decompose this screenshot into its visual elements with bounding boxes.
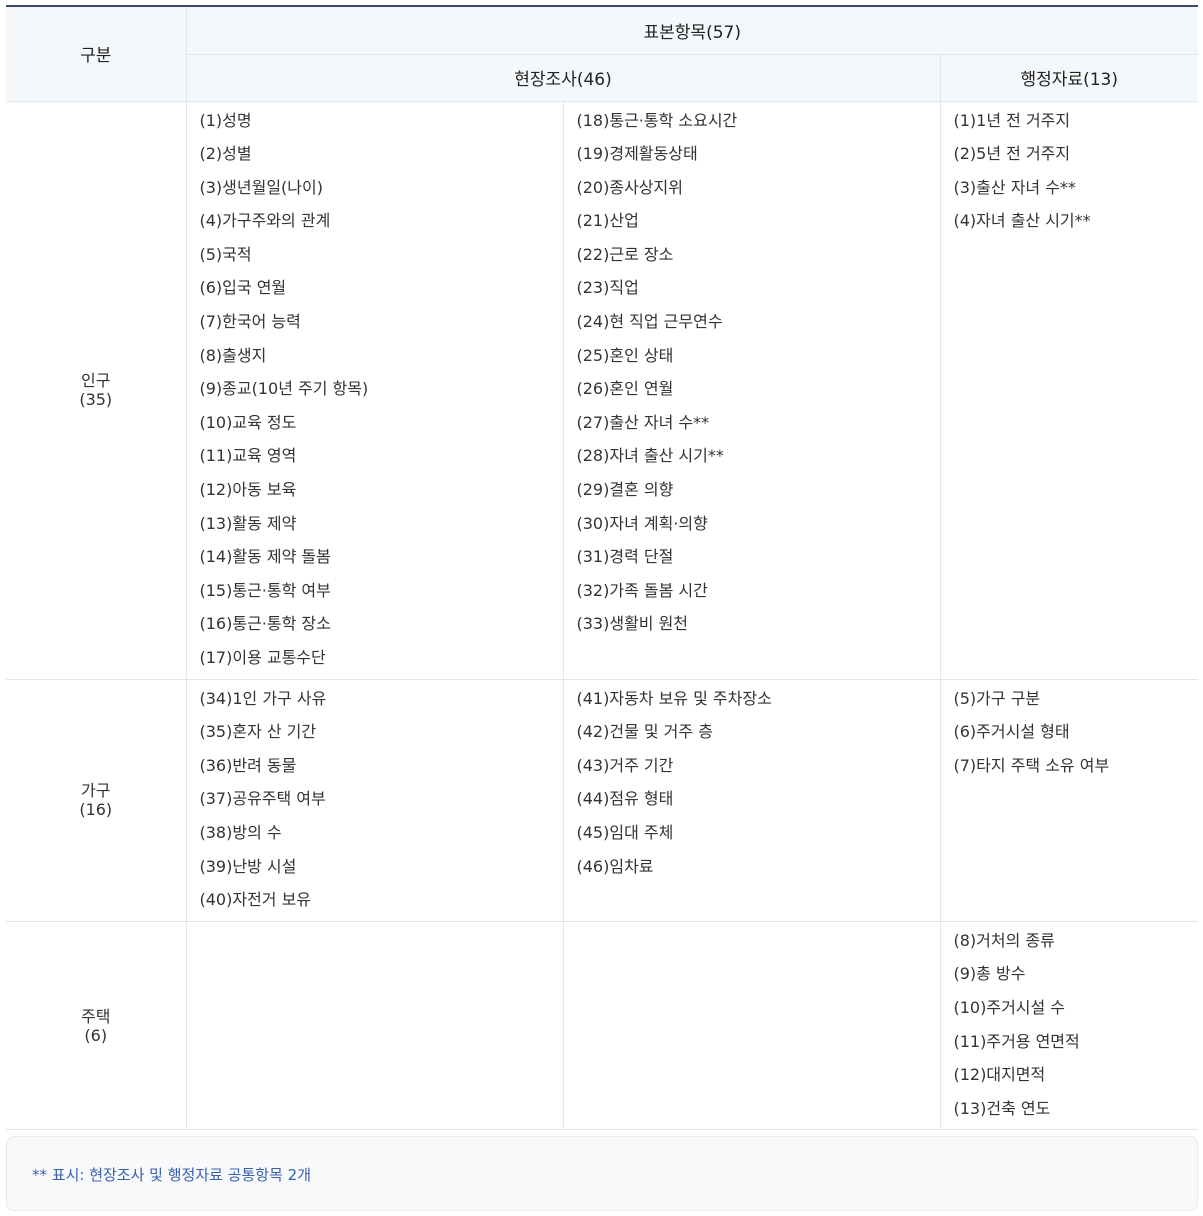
footnote-box: ** 표시: 현장조사 및 행정자료 공통항목 2개 — [6, 1136, 1198, 1211]
footnote-text: ** 표시: 현장조사 및 행정자료 공통항목 2개 — [32, 1166, 312, 1184]
admin-data-col: (5)가구 구분 (6)주거시설 형태 (7)타지 주택 소유 여부 — [939, 679, 1198, 922]
survey-item: (30)자녀 계획·의향 — [576, 513, 708, 533]
survey-item: (5)국적 — [199, 244, 252, 264]
header-field-survey: 현장조사(46) — [185, 54, 940, 102]
survey-item: (20)종사상지위 — [576, 177, 683, 197]
survey-item: (32)가족 돌봄 시간 — [576, 580, 708, 600]
survey-item: (14)활동 제약 돌봄 — [199, 547, 331, 567]
survey-item: (35)혼자 산 기간 — [199, 722, 317, 742]
survey-item: (15)통근·통학 여부 — [199, 580, 331, 600]
survey-item: (13)건축 연도 — [953, 1098, 1051, 1118]
survey-item: (24)현 직업 근무연수 — [576, 312, 723, 332]
survey-item: (7)한국어 능력 — [199, 312, 301, 332]
survey-item: (21)산업 — [576, 211, 639, 231]
admin-data-col: (8)거처의 종류 (9)총 방수 (10)주거시설 수 (11)주거용 연면적 (12… — [939, 921, 1198, 1131]
survey-item: (34)1인 가구 사유 — [199, 688, 327, 708]
field-survey-col1: (1)성명 (2)성별 (3)생년월일(나이) (4)가구주와의 관계 (5)국적 (6)… — [185, 101, 563, 680]
survey-item: (23)직업 — [576, 278, 639, 298]
category-name: 가구 — [81, 781, 111, 801]
row-housing: 주택 (6) (8)거처의 종류 (9)총 방수 (10)주거시설 수 (11)주거용… — [6, 921, 1198, 1131]
survey-item: (6)입국 연월 — [199, 278, 287, 298]
category-cell: 인구 (35) — [6, 101, 186, 680]
field-survey-col1: (34)1인 가구 사유 (35)혼자 산 기간 (36)반려 동물 (37)공유주택… — [185, 679, 563, 922]
survey-item: (31)경력 단절 — [576, 547, 674, 567]
survey-item: (37)공유주택 여부 — [199, 789, 326, 809]
category-count: (35) — [79, 390, 113, 410]
survey-item: (26)혼인 연월 — [576, 379, 674, 399]
survey-item: (41)자동차 보유 및 주차장소 — [576, 688, 772, 708]
field-survey-col2 — [562, 921, 940, 1131]
header-standard-items: 표본항목(57) — [185, 5, 1198, 55]
category-name: 주택 — [81, 1006, 111, 1026]
header-category: 구분 — [6, 5, 186, 102]
category-count: (16) — [79, 800, 113, 820]
field-survey-col2: (41)자동차 보유 및 주차장소 (42)건물 및 거주 층 (43)거주 기간 (… — [562, 679, 940, 922]
survey-item: (44)점유 형태 — [576, 789, 674, 809]
survey-item: (28)자녀 출산 시기** — [576, 446, 724, 466]
field-survey-col1 — [185, 921, 563, 1131]
survey-item: (4)자녀 출산 시기** — [953, 211, 1091, 231]
survey-item: (12)아동 보육 — [199, 480, 297, 500]
survey-item: (22)근로 장소 — [576, 244, 674, 264]
survey-item: (5)가구 구분 — [953, 688, 1041, 708]
survey-item: (9)종교(10년 주기 항목) — [199, 379, 369, 399]
survey-item: (8)출생지 — [199, 345, 267, 365]
survey-item: (29)결혼 의향 — [576, 480, 674, 500]
survey-item: (17)이용 교통수단 — [199, 648, 326, 667]
survey-item: (8)거처의 종류 — [953, 930, 1055, 950]
survey-item: (19)경제활동상태 — [576, 144, 698, 164]
survey-item: (42)건물 및 거주 층 — [576, 722, 713, 742]
survey-item: (43)거주 기간 — [576, 755, 674, 775]
survey-item: (38)방의 수 — [199, 822, 282, 842]
survey-item: (1)성명 — [199, 110, 252, 130]
survey-item: (27)출산 자녀 수** — [576, 412, 710, 432]
survey-item: (10)주거시설 수 — [953, 997, 1066, 1017]
survey-item: (39)난방 시설 — [199, 856, 297, 876]
survey-item: (9)총 방수 — [953, 964, 1026, 984]
row-household: 가구 (16) (34)1인 가구 사유 (35)혼자 산 기간 (36)반려 동물… — [6, 679, 1198, 922]
survey-item: (46)임차료 — [576, 856, 654, 876]
survey-item: (7)타지 주택 소유 여부 — [953, 755, 1110, 775]
survey-items-table-wrapper: 구분 표본항목(57) 현장조사(46) 행정자료(13) 인구 (35) (1… — [6, 5, 1198, 1131]
survey-item: (16)통근·통학 장소 — [199, 614, 331, 634]
survey-item: (12)대지면적 — [953, 1065, 1046, 1085]
survey-items-table: 구분 표본항목(57) 현장조사(46) 행정자료(13) 인구 (35) (1… — [6, 5, 1198, 1131]
survey-item: (11)주거용 연면적 — [953, 1031, 1080, 1051]
category-name: 인구 — [81, 371, 111, 391]
survey-item: (36)반려 동물 — [199, 755, 297, 775]
survey-item: (45)임대 주체 — [576, 822, 674, 842]
survey-item: (3)출산 자녀 수** — [953, 177, 1076, 197]
admin-data-col: (1)1년 전 거주지 (2)5년 전 거주지 (3)출산 자녀 수** (4)자녀 … — [939, 101, 1198, 680]
category-cell: 가구 (16) — [6, 679, 186, 922]
category-cell: 주택 (6) — [6, 921, 186, 1131]
survey-item: (6)주거시설 형태 — [953, 722, 1070, 742]
row-population: 인구 (35) (1)성명 (2)성별 (3)생년월일(나이) (4)가구주와의 관계… — [6, 101, 1198, 680]
field-survey-col2: (18)통근·통학 소요시간 (19)경제활동상태 (20)종사상지위 (21)산업 (… — [562, 101, 940, 680]
survey-item: (11)교육 영역 — [199, 446, 297, 466]
survey-item: (10)교육 정도 — [199, 412, 297, 432]
survey-item: (1)1년 전 거주지 — [953, 110, 1071, 130]
survey-item: (2)5년 전 거주지 — [953, 144, 1071, 164]
survey-item: (25)혼인 상태 — [576, 345, 674, 365]
survey-item: (2)성별 — [199, 144, 252, 164]
header-admin-data: 행정자료(13) — [939, 54, 1198, 102]
survey-item: (40)자전거 보유 — [199, 890, 312, 910]
survey-item: (3)생년월일(나이) — [199, 177, 323, 197]
survey-item: (33)생활비 원천 — [576, 614, 689, 634]
survey-item: (4)가구주와의 관계 — [199, 211, 331, 231]
survey-item: (18)통근·통학 소요시간 — [576, 110, 738, 130]
category-count: (6) — [84, 1025, 108, 1045]
survey-item: (13)활동 제약 — [199, 513, 297, 533]
